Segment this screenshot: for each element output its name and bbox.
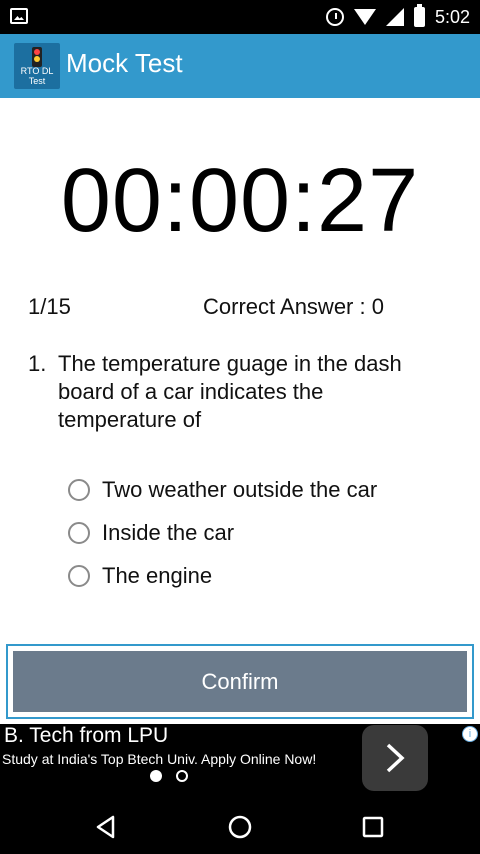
answer-option-label: Two weather outside the car [102, 476, 378, 502]
question-progress: 1/15 [28, 294, 71, 319]
status-icons: 5:02 [325, 0, 470, 34]
app-logo: RTO DL Test [14, 43, 60, 89]
answer-option-2[interactable]: Inside the car [68, 511, 377, 554]
recents-icon [362, 816, 384, 838]
chevron-right-icon [386, 743, 405, 773]
status-bar: 5:02 [0, 0, 480, 34]
question-number: 1. [28, 351, 47, 376]
ad-subtext[interactable]: Study at India's Top Btech Univ. Apply O… [2, 751, 316, 767]
back-icon [96, 815, 115, 839]
ad-banner[interactable]: B. Tech from LPU Study at India's Top Bt… [0, 724, 480, 801]
back-button[interactable] [90, 811, 122, 843]
question-text: The temperature guage in the dash board … [58, 351, 402, 432]
answer-option-label: The engine [102, 562, 213, 588]
alarm-icon [325, 8, 344, 26]
recents-button[interactable] [357, 811, 389, 843]
home-icon [228, 815, 252, 839]
page-title: Mock Test [66, 48, 183, 78]
answer-option-3[interactable]: The engine [68, 554, 377, 597]
page-dot-active [150, 770, 162, 782]
page-dot [176, 770, 188, 782]
ad-next-button[interactable] [362, 725, 428, 791]
ad-page-indicator [150, 770, 188, 782]
radio-button[interactable] [68, 564, 90, 587]
answer-option-1[interactable]: Two weather outside the car [68, 468, 377, 511]
confirm-button[interactable]: Confirm [13, 651, 467, 712]
ad-info-icon[interactable]: i [462, 726, 478, 742]
radio-button[interactable] [68, 478, 90, 501]
home-button[interactable] [224, 811, 256, 843]
status-time: 5:02 [434, 6, 470, 27]
correct-answer-count: Correct Answer : 0 [203, 294, 384, 319]
ad-headline[interactable]: B. Tech from LPU [4, 724, 168, 748]
app-logo-text: RTO DL Test [20, 66, 54, 86]
signal-icon [385, 8, 404, 26]
countdown-timer: 00:00:27 [60, 151, 420, 251]
radio-button[interactable] [68, 521, 90, 544]
gallery-notification-icon [10, 8, 28, 24]
confirm-button-frame: Confirm [6, 644, 474, 719]
answer-option-label: Inside the car [102, 519, 235, 545]
app-bar: RTO DL Test Mock Test [0, 34, 480, 98]
traffic-light-icon [32, 47, 42, 67]
answer-options: Two weather outside the car Inside the c… [68, 468, 377, 597]
navigation-bar [0, 801, 480, 854]
battery-icon [413, 4, 425, 27]
wifi-icon [353, 9, 376, 25]
question: 1. The temperature guage in the dash boa… [28, 350, 448, 434]
